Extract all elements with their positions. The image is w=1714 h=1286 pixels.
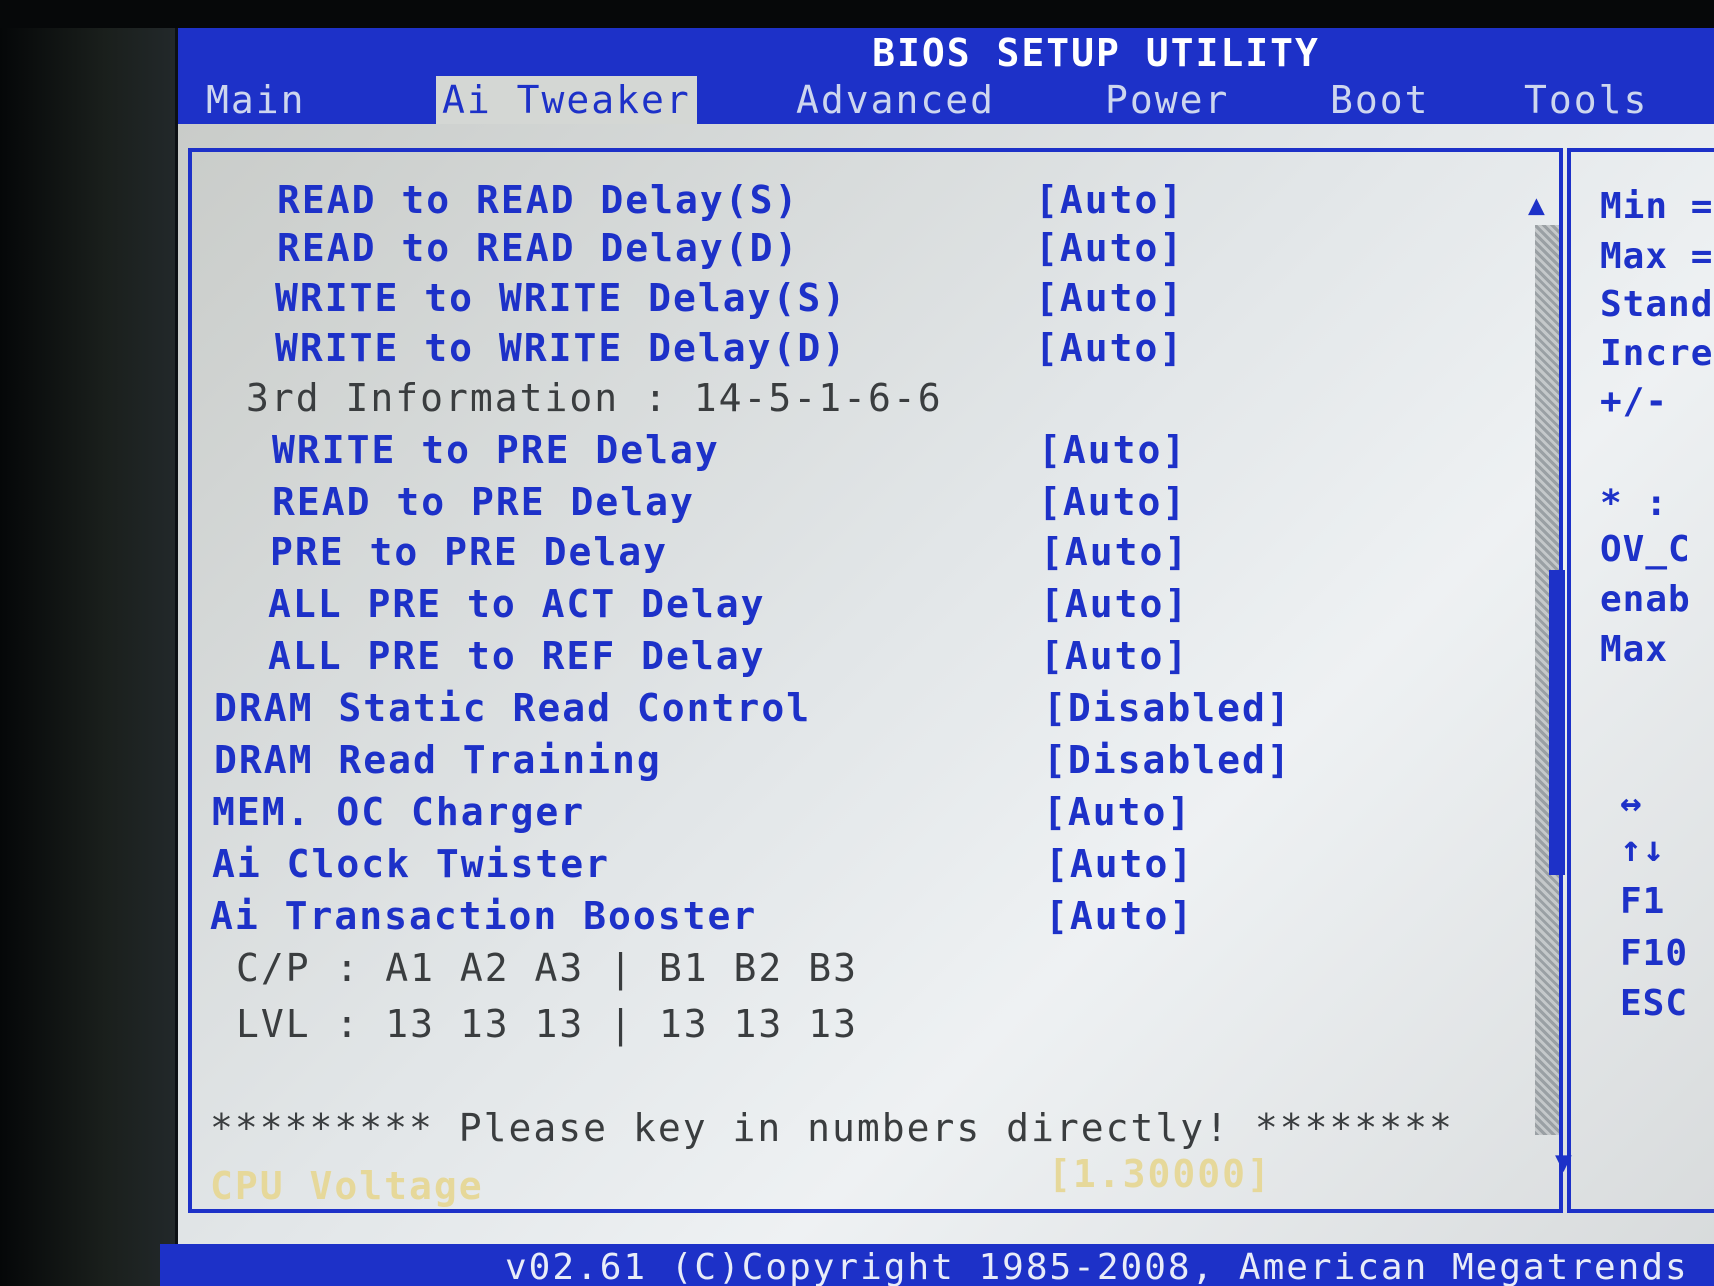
setting-value[interactable]: [Auto] xyxy=(1040,528,1189,576)
copyright-text: v02.61 (C)Copyright 1985-2008, American … xyxy=(505,1247,1689,1286)
setting-value[interactable]: [Auto] xyxy=(1040,632,1189,680)
setting-value[interactable]: [Auto] xyxy=(1035,274,1184,322)
setting-value[interactable]: [Auto] xyxy=(1035,224,1184,272)
setting-value[interactable]: [Disabled] xyxy=(1043,684,1292,732)
help-min: Min = xyxy=(1600,186,1714,227)
help-ov-cpu: OV_C xyxy=(1600,529,1691,570)
setting-mem-oc-charger[interactable]: MEM. OC Charger xyxy=(212,788,585,836)
setting-read-to-read-delay-s[interactable]: READ to READ Delay(S) xyxy=(277,176,799,224)
setting-value[interactable]: [Auto] xyxy=(1038,478,1187,526)
left-right-arrow-icon: ↔ xyxy=(1620,783,1643,824)
tab-bar: Main Ai Tweaker Advanced Power Boot Tool… xyxy=(178,76,1714,124)
lvl-info-line: LVL : 13 13 13 | 13 13 13 xyxy=(236,1002,858,1046)
cpu-voltage-value[interactable]: [1.30000] xyxy=(1048,1150,1272,1198)
setting-pre-to-pre-delay[interactable]: PRE to PRE Delay xyxy=(270,528,668,576)
tab-power[interactable]: Power xyxy=(1105,76,1229,124)
help-plus-minus: +/- xyxy=(1600,381,1669,422)
up-down-arrow-icon: ↑↓ xyxy=(1620,829,1666,870)
notice-line: ********* Please key in numbers directly… xyxy=(210,1104,1454,1152)
monitor-bezel-left xyxy=(0,0,175,1286)
help-key-esc: ESC xyxy=(1620,983,1689,1024)
setting-write-to-write-delay-s[interactable]: WRITE to WRITE Delay(S) xyxy=(275,274,847,322)
scroll-down-arrow-icon[interactable]: ▼ xyxy=(1555,1147,1572,1177)
app-title: BIOS SETUP UTILITY xyxy=(872,31,1320,75)
notice-stars-right: ******** xyxy=(1254,1106,1454,1150)
setting-ai-transaction-booster[interactable]: Ai Transaction Booster xyxy=(210,892,757,940)
help-max: Max = xyxy=(1600,236,1714,277)
help-asterisk-note: * : xyxy=(1600,483,1669,524)
setting-cpu-voltage[interactable]: CPU Voltage xyxy=(210,1162,484,1210)
copyright-footer: v02.61 (C)Copyright 1985-2008, American … xyxy=(160,1244,1714,1286)
setting-dram-static-read-control[interactable]: DRAM Static Read Control xyxy=(214,684,811,732)
notice-stars-left: ********* xyxy=(210,1106,434,1150)
help-standard: Stand xyxy=(1600,284,1714,325)
title-bar: BIOS SETUP UTILITY xyxy=(178,28,1714,78)
setting-all-pre-to-act-delay[interactable]: ALL PRE to ACT Delay xyxy=(268,580,766,628)
setting-value[interactable]: [Auto] xyxy=(1045,840,1194,888)
help-key-f10: F10 xyxy=(1620,933,1689,974)
tab-ai-tweaker[interactable]: Ai Tweaker xyxy=(436,76,697,124)
setting-value[interactable]: [Disabled] xyxy=(1043,736,1292,784)
third-information: 3rd Information : 14-5-1-6-6 xyxy=(246,376,943,420)
tab-tools[interactable]: Tools xyxy=(1524,76,1648,124)
setting-value[interactable]: [Auto] xyxy=(1035,176,1184,224)
help-increment: Incre xyxy=(1600,333,1714,374)
setting-value[interactable]: [Auto] xyxy=(1045,892,1194,940)
help-key-f1: F1 xyxy=(1620,881,1666,922)
setting-ai-clock-twister[interactable]: Ai Clock Twister xyxy=(212,840,610,888)
setting-read-to-pre-delay[interactable]: READ to PRE Delay xyxy=(272,478,695,526)
scrollbar-thumb[interactable] xyxy=(1549,570,1565,875)
setting-value[interactable]: [Auto] xyxy=(1038,426,1187,474)
setting-write-to-write-delay-d[interactable]: WRITE to WRITE Delay(D) xyxy=(275,324,847,372)
tab-main[interactable]: Main xyxy=(206,76,306,124)
setting-write-to-pre-delay[interactable]: WRITE to PRE Delay xyxy=(272,426,720,474)
setting-read-to-read-delay-d[interactable]: READ to READ Delay(D) xyxy=(277,224,799,272)
setting-all-pre-to-ref-delay[interactable]: ALL PRE to REF Delay xyxy=(268,632,766,680)
tab-boot[interactable]: Boot xyxy=(1330,76,1430,124)
help-enable: enab xyxy=(1600,579,1691,620)
setting-value[interactable]: [Auto] xyxy=(1043,788,1192,836)
monitor-bezel-top xyxy=(0,0,1714,28)
setting-value[interactable]: [Auto] xyxy=(1040,580,1189,628)
scroll-up-arrow-icon[interactable]: ▲ xyxy=(1528,190,1545,220)
tab-advanced[interactable]: Advanced xyxy=(796,76,995,124)
help-max-note: Max xyxy=(1600,629,1669,670)
notice-text: Please key in numbers directly! xyxy=(458,1106,1231,1150)
cp-info-line: C/P : A1 A2 A3 | B1 B2 B3 xyxy=(236,946,858,990)
setting-value[interactable]: [Auto] xyxy=(1035,324,1184,372)
bios-screen: BIOS SETUP UTILITY Main Ai Tweaker Advan… xyxy=(0,0,1714,1286)
setting-dram-read-training[interactable]: DRAM Read Training xyxy=(214,736,662,784)
